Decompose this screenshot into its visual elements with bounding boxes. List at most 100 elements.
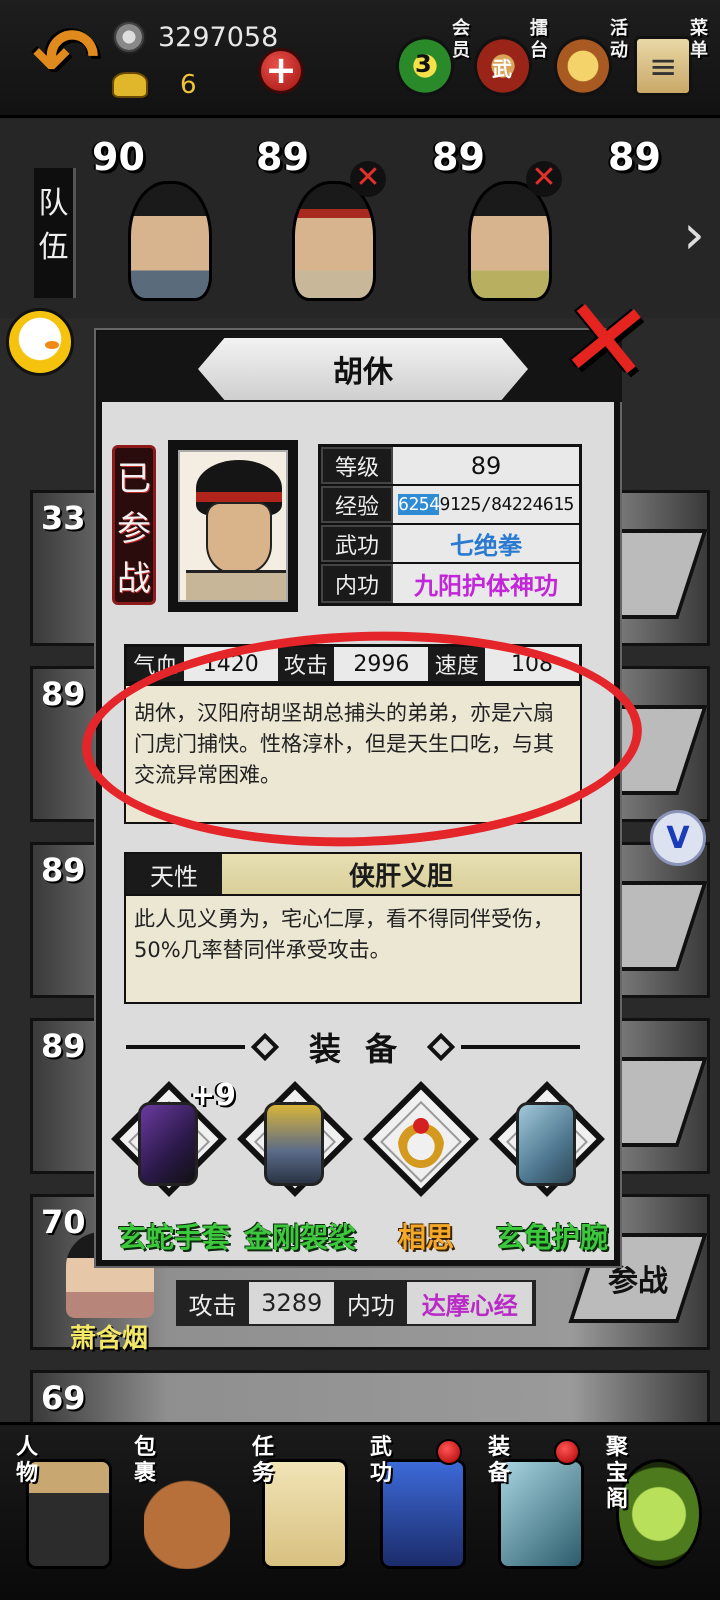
enhance-level: +9: [190, 1078, 237, 1113]
list-item-level: 70: [41, 1203, 86, 1241]
equipment-title-text: 装备: [309, 1030, 422, 1068]
coin-icon: [112, 20, 146, 54]
trait-header: 天性 侠肝义胆: [124, 852, 582, 896]
bracer-icon: [516, 1102, 576, 1186]
hero-name-banner: 胡休: [198, 338, 528, 400]
arena-button[interactable]: 武 擂台: [474, 18, 558, 108]
trait-description: 此人见义勇为，宅心仁厚，看不得同伴受伤，50%几率替同伴承受攻击。: [124, 896, 582, 1004]
next-page-arrow-icon[interactable]: ›: [674, 205, 714, 265]
hero-level: 89: [256, 135, 309, 179]
exp-value-rest: 9125/84224615: [439, 494, 574, 515]
nav-bag[interactable]: 包裹: [124, 1435, 240, 1595]
diamond-ornament-icon: [250, 1032, 280, 1062]
hero-level: 90: [92, 135, 145, 179]
notification-dot: [554, 1439, 580, 1465]
close-icon[interactable]: ✕: [554, 272, 659, 409]
team-hero-slot[interactable]: 89 ✕: [256, 135, 406, 320]
hero-level: 89: [432, 135, 485, 179]
event-label: 活动: [610, 18, 628, 61]
coin-balance: 3297058: [112, 20, 278, 54]
gold-ingot-icon: [112, 72, 148, 98]
hero-portrait: [178, 450, 288, 602]
attack-label: 攻击: [178, 1282, 250, 1324]
nav-character[interactable]: 人物: [6, 1435, 122, 1595]
hero-portrait: [292, 181, 376, 301]
back-arrow-icon[interactable]: ↶: [26, 10, 106, 105]
event-button[interactable]: 活动: [554, 18, 638, 108]
ring-icon: [398, 1114, 444, 1168]
level-value: 89: [393, 447, 579, 484]
inner-value[interactable]: 九阳护体神功: [393, 564, 579, 603]
list-item[interactable]: 69: [30, 1370, 710, 1430]
diamond-ornament-icon: [426, 1032, 456, 1062]
stat-row-inner: 内功 九阳护体神功: [321, 564, 579, 603]
equipment-slot-armor[interactable]: 金刚袈裟: [236, 1080, 360, 1260]
equipment-slot-bracer[interactable]: 玄龟护腕: [488, 1080, 612, 1260]
nav-tasks[interactable]: 任务: [242, 1435, 358, 1595]
arena-drum-icon: 武: [474, 36, 532, 96]
list-item-level: 69: [41, 1379, 86, 1417]
remove-hero-icon[interactable]: ✕: [526, 161, 562, 197]
list-item-level: 89: [41, 1027, 86, 1065]
coin-value: 3297058: [158, 21, 279, 53]
exp-value-selected: 6254: [398, 494, 440, 515]
remove-hero-icon[interactable]: ✕: [350, 161, 386, 197]
top-bar: ↶ 3297058 6 + 3 会员 武 擂台 活动 ≡ 菜单: [0, 0, 720, 118]
modal-header: 胡休: [98, 332, 622, 402]
hero-portrait: [468, 181, 552, 301]
equipment-name: 相思: [397, 1221, 454, 1254]
nav-label: 人物: [16, 1435, 39, 1486]
stat-row-martial: 武功 七绝拳: [321, 525, 579, 564]
martial-value[interactable]: 七绝拳: [393, 525, 579, 562]
hero-portrait: [128, 181, 212, 301]
vip-icon: 3: [396, 36, 454, 96]
stat-row-level: 等级 89: [321, 447, 579, 486]
menu-scroll-icon: ≡: [634, 36, 692, 96]
gloves-icon: [138, 1102, 198, 1186]
list-item-level: 89: [41, 851, 86, 889]
team-hero-slot[interactable]: 90: [92, 135, 242, 320]
notification-dot: [436, 1439, 462, 1465]
floating-assistant-icon[interactable]: V: [650, 810, 706, 866]
exp-label: 经验: [321, 486, 393, 523]
inner-skill: 达摩心经: [407, 1282, 534, 1324]
team-tab[interactable]: 队伍: [34, 168, 76, 298]
nav-label: 聚宝阁: [606, 1435, 629, 1512]
list-item-level: 89: [41, 675, 86, 713]
equipment-name: 玄蛇手套: [117, 1221, 230, 1254]
trait-label: 天性: [126, 854, 222, 894]
hero-portrait-frame: [168, 440, 298, 612]
equipment-name: 金刚袈裟: [243, 1221, 356, 1254]
equipment-slot-ring[interactable]: 相思: [362, 1080, 486, 1260]
equipment-list: +9 玄蛇手套 金刚袈裟 相思 玄龟护腕: [110, 1078, 612, 1260]
ingot-value: 6: [180, 70, 197, 100]
ingot-balance: 6: [112, 70, 197, 100]
equipment-title: 装备: [126, 1024, 581, 1070]
stat-row-exp: 经验 6254 9125/84224615: [321, 486, 579, 525]
add-currency-button[interactable]: +: [258, 48, 304, 94]
inner-label: 内功: [321, 564, 393, 603]
hero-summary-row: 攻击 3289 内功 达摩心经: [176, 1280, 536, 1326]
menu-button[interactable]: ≡ 菜单: [634, 18, 718, 108]
attack-value: 3289: [249, 1282, 337, 1324]
nav-equipment[interactable]: 装备: [478, 1435, 594, 1595]
menu-label: 菜单: [690, 18, 708, 61]
hero-name: 萧含烟: [70, 1324, 149, 1354]
nav-martial[interactable]: 武功: [360, 1435, 476, 1595]
exp-value: 6254 9125/84224615: [393, 486, 579, 523]
nav-label: 任务: [252, 1435, 275, 1486]
equipment-slot-gloves[interactable]: +9 玄蛇手套: [110, 1078, 237, 1260]
trait-name: 侠肝义胆: [222, 854, 580, 894]
vip-button[interactable]: 3 会员: [396, 18, 480, 108]
robe-icon: [264, 1102, 324, 1186]
vip-label: 会员: [452, 18, 470, 61]
list-item-level: 33: [41, 499, 86, 537]
event-fan-icon: [554, 36, 612, 96]
duck-assistant-icon[interactable]: [6, 308, 74, 376]
martial-label: 武功: [321, 525, 393, 562]
nav-label: 武功: [370, 1435, 393, 1486]
team-hero-slot[interactable]: 89 ✕: [432, 135, 582, 320]
arena-label: 擂台: [530, 18, 548, 61]
nav-treasure[interactable]: 聚宝阁: [596, 1435, 712, 1595]
equipment-name: 玄龟护腕: [495, 1221, 608, 1254]
